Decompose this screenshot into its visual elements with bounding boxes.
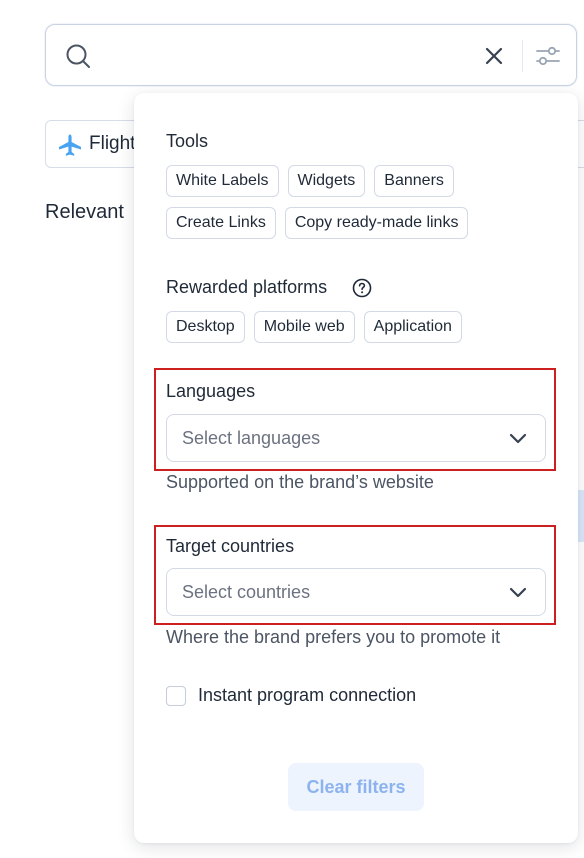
instant-connection-label[interactable]: Instant program connection	[198, 685, 416, 706]
chip-application[interactable]: Application	[363, 311, 462, 343]
countries-helper: Where the brand prefers you to promote i…	[166, 627, 501, 647]
tools-title: Tools	[166, 131, 209, 151]
relevant-heading: Relevant	[45, 201, 124, 223]
category-label: Flight	[89, 133, 136, 154]
search-bar	[45, 24, 577, 86]
filters-panel: Tools White Labels Widgets Banners Creat…	[134, 93, 578, 843]
help-circle-icon[interactable]	[352, 278, 372, 298]
search-input[interactable]	[106, 39, 470, 75]
platforms-title: Rewarded platforms	[166, 277, 328, 297]
airplane-icon	[59, 134, 81, 156]
search-icon	[66, 44, 90, 68]
tools-chip-row-2: Create Links Copy ready-made links	[166, 207, 469, 239]
languages-select-placeholder: Select languages	[182, 428, 321, 448]
chip-desktop[interactable]: Desktop	[166, 311, 245, 343]
chip-create-links[interactable]: Create Links	[166, 207, 276, 239]
chip-mobile-web[interactable]: Mobile web	[253, 311, 355, 343]
search-divider	[522, 40, 523, 72]
chip-banners[interactable]: Banners	[374, 165, 454, 197]
filter-settings-icon[interactable]	[535, 45, 561, 67]
languages-helper: Supported on the brand’s website	[166, 472, 434, 492]
countries-select[interactable]: Select countries	[166, 568, 546, 616]
countries-select-placeholder: Select countries	[182, 582, 311, 602]
languages-select[interactable]: Select languages	[166, 414, 546, 462]
close-icon[interactable]	[483, 45, 505, 67]
languages-title: Languages	[166, 381, 256, 401]
instant-connection-checkbox[interactable]	[166, 686, 186, 706]
chevron-down-icon	[509, 433, 527, 444]
background-button-edge	[578, 490, 584, 542]
chevron-down-icon	[509, 587, 527, 598]
chip-widgets[interactable]: Widgets	[287, 165, 366, 197]
chip-copy-links[interactable]: Copy ready-made links	[284, 207, 469, 239]
tools-chip-row-1: White Labels Widgets Banners	[166, 165, 454, 197]
chip-white-labels[interactable]: White Labels	[166, 165, 279, 197]
clear-filters-button[interactable]: Clear filters	[288, 763, 424, 811]
countries-title: Target countries	[166, 536, 295, 556]
platforms-chip-row: Desktop Mobile web Application	[166, 311, 462, 343]
